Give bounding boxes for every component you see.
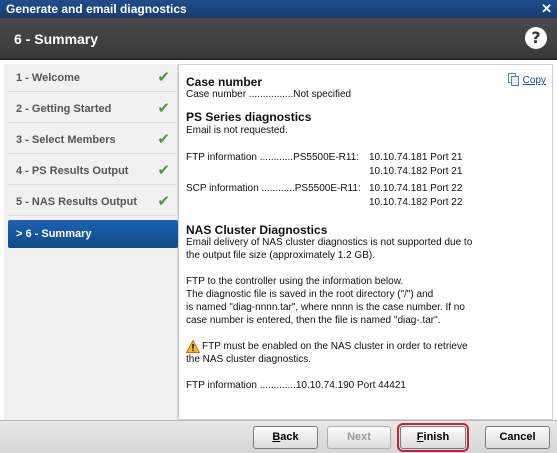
nas-note-line: the output file size (approximately 1.2 … <box>186 250 375 261</box>
window-titlebar: Generate and email diagnostics ✕ <box>0 0 557 18</box>
next-button[interactable]: Next <box>327 426 391 449</box>
sidebar-item-select-members[interactable]: 3 - Select Members ✔ <box>8 126 178 154</box>
warning-text-line: FTP must be enabled on the NAS cluster i… <box>202 341 468 352</box>
ps-series-heading: PS Series diagnostics <box>186 110 312 124</box>
window-title: Generate and email diagnostics <box>6 2 187 16</box>
sidebar-item-label: 2 - Getting Started <box>16 103 112 115</box>
finish-button-accesskey: F <box>416 431 424 443</box>
sidebar-item-label: 3 - Select Members <box>16 134 116 146</box>
case-number-value: Case number ................Not specifie… <box>186 89 352 100</box>
ftp-info-label: FTP information ............PS5500E-R11: <box>186 152 360 163</box>
wizard-steps-sidebar: 1 - Welcome ✔ 2 - Getting Started ✔ 3 - … <box>4 64 178 420</box>
email-status-text: Email is not requested. <box>186 125 288 136</box>
check-icon: ✔ <box>157 161 170 179</box>
back-button[interactable]: Back <box>253 426 318 449</box>
ftp-ip-1: 10.10.74.181 Port 21 <box>369 152 463 163</box>
scp-info-label: SCP information ............PS5500E-R11: <box>186 183 361 194</box>
case-number-heading: Case number <box>186 75 263 89</box>
sidebar-item-label: 4 - PS Results Output <box>16 165 129 177</box>
check-icon: ✔ <box>157 99 170 117</box>
summary-panel: Copy Case number Case number ...........… <box>178 64 553 420</box>
nas-ftp-instructions-line: case number is entered, then the file is… <box>186 315 441 326</box>
check-icon: ✔ <box>157 130 170 148</box>
nas-note-line: Email delivery of NAS cluster diagnostic… <box>186 237 473 248</box>
copy-link[interactable]: Copy <box>523 75 546 86</box>
sidebar-item-label: 1 - Welcome <box>16 72 80 84</box>
wizard-header: 6 - Summary ? <box>0 18 557 60</box>
copy-icon[interactable] <box>508 73 519 86</box>
sidebar-item-label: 5 - NAS Results Output <box>16 196 138 208</box>
sidebar-item-summary[interactable]: > 6 - Summary <box>8 220 178 248</box>
next-button-label: Next <box>347 431 371 443</box>
sidebar-item-label: > 6 - Summary <box>16 228 92 240</box>
back-button-label: ack <box>280 431 299 443</box>
wizard-footer: Back Next Finish Cancel <box>0 420 557 453</box>
ftp-ip-2: 10.10.74.182 Port 21 <box>369 166 463 177</box>
cancel-button-label: Cancel <box>499 431 536 443</box>
close-icon[interactable]: ✕ <box>541 1 552 17</box>
sidebar-item-welcome[interactable]: 1 - Welcome ✔ <box>8 64 178 92</box>
check-icon: ✔ <box>157 68 170 86</box>
scp-ip-2: 10.10.74.182 Port 22 <box>369 197 463 208</box>
sidebar-item-ps-results-output[interactable]: 4 - PS Results Output ✔ <box>8 157 178 185</box>
nas-ftp-instructions-line: The diagnostic file is saved in the root… <box>186 289 434 300</box>
sidebar-item-getting-started[interactable]: 2 - Getting Started ✔ <box>8 95 178 123</box>
nas-cluster-heading: NAS Cluster Diagnostics <box>186 223 328 237</box>
cancel-button[interactable]: Cancel <box>485 426 550 449</box>
nas-ftp-instructions-line: FTP to the controller using the informat… <box>186 276 404 287</box>
help-icon[interactable]: ? <box>525 27 547 49</box>
nas-ftp-instructions-line: is named "diag-nnnn.tar", where nnnn is … <box>186 302 465 313</box>
sidebar-item-nas-results-output[interactable]: 5 - NAS Results Output ✔ <box>8 188 178 216</box>
finish-button[interactable]: Finish <box>397 423 469 452</box>
page-title: 6 - Summary <box>14 31 99 47</box>
warning-text-line: the NAS cluster diagnostics. <box>186 354 312 365</box>
finish-button-label: inish <box>423 431 450 443</box>
warning-icon <box>186 340 200 353</box>
check-icon: ✔ <box>157 192 170 210</box>
scp-ip-1: 10.10.74.181 Port 22 <box>369 183 463 194</box>
nas-ftp-info: FTP information .............10.10.74.19… <box>186 380 406 391</box>
